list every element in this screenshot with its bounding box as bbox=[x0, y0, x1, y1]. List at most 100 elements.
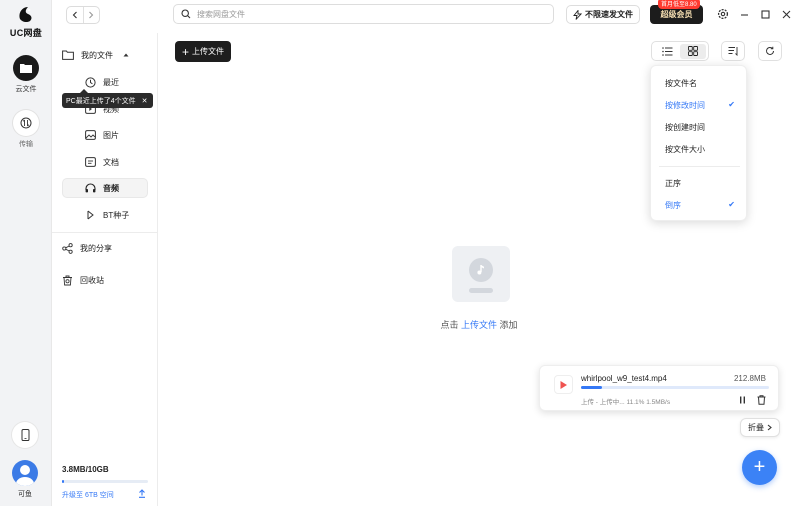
trash-icon bbox=[63, 275, 72, 285]
sort-by-modified[interactable]: 按修改时间 ✔ bbox=[665, 100, 735, 111]
share-icon bbox=[62, 242, 73, 254]
sidebar-item-label: 最近 bbox=[103, 77, 119, 87]
delete-task-icon[interactable] bbox=[757, 395, 766, 405]
chevron-left-icon bbox=[72, 11, 77, 19]
task-filename: whirlpool_w9_test4.mp4 bbox=[581, 374, 667, 383]
tooltip-text: PC最近上传了4个文件 bbox=[66, 97, 136, 105]
sort-by-size[interactable]: 按文件大小 bbox=[665, 144, 735, 155]
unlimited-speed-send-button[interactable]: 不限速发文件 bbox=[566, 5, 640, 24]
uc-logo-icon bbox=[19, 7, 32, 23]
collapse-button[interactable]: 折叠 bbox=[740, 418, 780, 437]
folder-icon bbox=[13, 55, 39, 81]
upload-task-card: whirlpool_w9_test4.mp4 212.8MB 上传 - 上传中.… bbox=[539, 365, 779, 411]
order-option-label: 倒序 bbox=[665, 201, 681, 210]
sort-option-label: 按修改时间 bbox=[665, 101, 705, 110]
top-bar: 搜索网盘文件 不限速发文件 超级会员 首月低至8.80 bbox=[52, 0, 800, 33]
order-descending[interactable]: 倒序 ✔ bbox=[665, 200, 735, 211]
collapse-label: 折叠 bbox=[748, 423, 764, 432]
storage-bar-fill bbox=[62, 480, 64, 483]
maximize-button[interactable] bbox=[758, 7, 772, 21]
upload-arrow-icon[interactable] bbox=[138, 489, 146, 498]
speed-label: 不限速发文件 bbox=[585, 10, 633, 19]
sort-option-label: 按文件名 bbox=[665, 79, 697, 88]
sidebar-item-my-files[interactable]: 我的文件 bbox=[62, 45, 136, 65]
sort-option-label: 按文件大小 bbox=[665, 145, 705, 154]
sidebar-item-label: 文档 bbox=[103, 157, 119, 167]
logo-text: UC网盘 bbox=[9, 28, 43, 38]
rail-transfer[interactable]: 传输 bbox=[12, 110, 40, 149]
sidebar-item-audio[interactable]: 音频 bbox=[85, 178, 119, 198]
grid-view-button[interactable] bbox=[680, 43, 706, 59]
username: 可鱼 bbox=[18, 491, 32, 498]
sidebar-item-my-share[interactable]: 我的分享 bbox=[62, 238, 112, 258]
minimize-button[interactable] bbox=[737, 7, 751, 21]
minimize-icon bbox=[740, 13, 748, 16]
check-icon: ✔ bbox=[728, 100, 735, 109]
history-nav bbox=[66, 6, 100, 24]
sidebar-item-recycle-bin[interactable]: 回收站 bbox=[62, 270, 104, 290]
sidebar: 我的文件 最近 视频 图片 文档 音频 BT种子 PC最近上传了4个文件 ✕ 我… bbox=[52, 33, 158, 506]
recent-upload-tooltip: PC最近上传了4个文件 ✕ bbox=[62, 89, 153, 108]
view-toggle bbox=[651, 41, 709, 61]
pause-button[interactable] bbox=[739, 396, 746, 406]
left-rail: UC网盘 云文件 传输 可鱼 bbox=[0, 0, 52, 506]
sort-button[interactable] bbox=[721, 41, 745, 61]
sidebar-item-label: BT种子 bbox=[103, 210, 130, 220]
refresh-button[interactable] bbox=[758, 41, 782, 61]
folder-outline-icon bbox=[62, 50, 74, 60]
chevron-right-icon bbox=[767, 424, 772, 431]
phone-icon[interactable] bbox=[12, 422, 38, 448]
order-ascending[interactable]: 正序 bbox=[665, 178, 735, 189]
avatar bbox=[12, 460, 38, 486]
headphones-icon bbox=[85, 183, 96, 193]
maximize-icon bbox=[760, 9, 770, 19]
illustration-bar bbox=[469, 288, 493, 293]
sort-by-name[interactable]: 按文件名 bbox=[665, 78, 735, 89]
search-input[interactable]: 搜索网盘文件 bbox=[173, 4, 554, 24]
lightning-icon bbox=[573, 9, 582, 20]
task-status: 上传 - 上传中... 11.1% 1.5MB/s bbox=[581, 399, 671, 406]
plus-icon: + bbox=[181, 44, 189, 59]
tooltip-close-icon[interactable]: ✕ bbox=[142, 97, 148, 105]
gear-icon bbox=[717, 8, 729, 20]
upload-file-button[interactable]: + 上传文件 bbox=[175, 41, 231, 62]
search-placeholder: 搜索网盘文件 bbox=[197, 9, 245, 19]
forward-button[interactable] bbox=[84, 7, 100, 23]
refresh-icon bbox=[766, 46, 774, 55]
bt-icon bbox=[87, 210, 94, 220]
sidebar-item-documents[interactable]: 文档 bbox=[85, 152, 119, 172]
sidebar-item-recent[interactable]: 最近 bbox=[85, 72, 119, 92]
rail-cloud-files[interactable]: 云文件 bbox=[12, 55, 40, 94]
sort-by-created[interactable]: 按创建时间 bbox=[665, 122, 735, 133]
storage-bar bbox=[62, 480, 148, 483]
video-file-icon bbox=[554, 375, 573, 394]
rail-label: 云文件 bbox=[15, 86, 37, 93]
back-button[interactable] bbox=[67, 7, 84, 23]
vip-promo-badge: 首月低至8.80 bbox=[658, 0, 700, 9]
search-icon bbox=[181, 9, 191, 19]
list-view-button[interactable] bbox=[654, 44, 680, 59]
rail-label: 传输 bbox=[19, 141, 33, 148]
transfer-icon bbox=[13, 110, 39, 136]
caret-up-icon bbox=[123, 53, 129, 57]
order-option-label: 正序 bbox=[665, 179, 681, 188]
sidebar-item-bt[interactable]: BT种子 bbox=[85, 205, 129, 225]
upload-file-link[interactable]: 上传文件 bbox=[461, 320, 497, 330]
upgrade-link[interactable]: 升级至 6TB 空间 bbox=[62, 490, 114, 500]
vip-label: 超级会员 bbox=[660, 10, 693, 19]
chevron-right-icon bbox=[89, 11, 94, 19]
task-progress-bar bbox=[581, 386, 769, 389]
grid-icon bbox=[688, 46, 698, 56]
app-logo: UC网盘 bbox=[7, 4, 45, 39]
plus-icon: + bbox=[753, 456, 766, 478]
user-profile[interactable]: 可鱼 bbox=[11, 460, 39, 499]
list-icon bbox=[661, 46, 672, 56]
settings-button[interactable] bbox=[716, 7, 730, 21]
task-filesize: 212.8MB bbox=[733, 374, 766, 383]
add-fab-button[interactable]: + bbox=[742, 450, 777, 485]
close-icon bbox=[782, 10, 790, 18]
close-button[interactable] bbox=[779, 7, 793, 21]
upload-label: 上传文件 bbox=[192, 47, 224, 56]
empty-prefix: 点击 bbox=[440, 320, 459, 330]
sidebar-item-images[interactable]: 图片 bbox=[85, 125, 119, 145]
